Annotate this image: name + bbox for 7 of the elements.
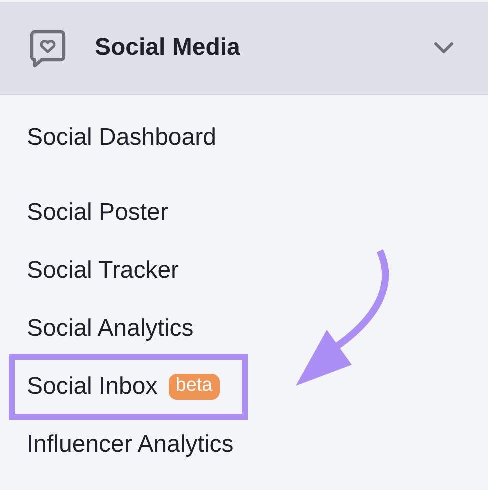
menu-item[interactable]: Social Dashboard bbox=[9, 105, 244, 171]
beta-badge: beta bbox=[168, 374, 220, 400]
section-header[interactable]: Social Media bbox=[0, 2, 488, 95]
menu-item[interactable]: Social Inbox beta bbox=[9, 354, 248, 420]
chat-heart-icon bbox=[30, 30, 66, 68]
section-title: Social Media bbox=[95, 34, 242, 62]
chevron-icon bbox=[434, 42, 454, 54]
